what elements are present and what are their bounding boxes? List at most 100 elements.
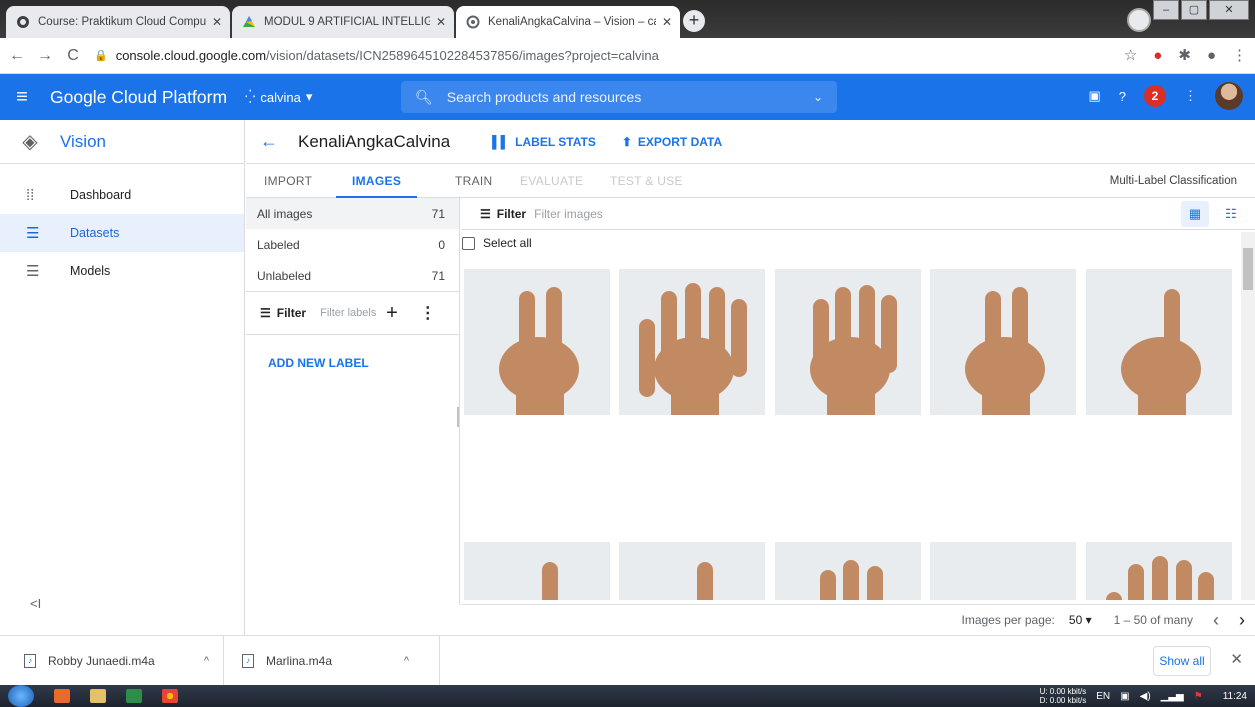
close-icon[interactable]: ✕ <box>1230 650 1243 668</box>
close-icon[interactable]: ✕ <box>212 15 222 29</box>
avatar[interactable] <box>1215 82 1243 110</box>
image-thumbnail[interactable] <box>619 269 765 415</box>
start-menu-icon[interactable] <box>8 685 34 707</box>
grid-view-icon[interactable]: ▦ <box>1181 201 1209 227</box>
collapse-sidebar-button[interactable]: <I <box>30 596 41 611</box>
forward-icon[interactable]: → <box>34 47 56 65</box>
image-thumbnail[interactable] <box>930 542 1076 600</box>
browser-tab-vision[interactable]: KenaliAngkaCalvina – Vision – ca ✕ <box>456 6 680 38</box>
image-thumbnail[interactable] <box>1086 269 1232 415</box>
window-close-icon[interactable]: ✕ <box>1209 0 1249 20</box>
url-field[interactable]: 🔒 console.cloud.google.com/vision/datase… <box>94 48 659 63</box>
audio-file-icon: ♪ <box>242 653 254 668</box>
reload-icon[interactable]: C <box>62 47 84 65</box>
image-thumbnail[interactable] <box>775 269 921 415</box>
image-thumbnail[interactable] <box>775 542 921 600</box>
wrist <box>1138 379 1186 415</box>
dashboard-icon: ⁞⁞ <box>26 186 35 204</box>
url-host: console.cloud.google.com <box>115 48 267 63</box>
filter-icon: ☰ <box>260 306 271 320</box>
close-icon[interactable]: ✕ <box>662 15 672 29</box>
help-icon[interactable]: ? <box>1119 89 1126 104</box>
export-data-button[interactable]: ⬆ EXPORT DATA <box>622 135 722 149</box>
browser-menu-icon[interactable]: ⋮ <box>1232 46 1247 64</box>
hamburger-menu-icon[interactable]: ≡ <box>0 86 44 109</box>
image-thumbnail[interactable] <box>1086 542 1232 600</box>
gcp-icon <box>466 15 480 29</box>
image-filter-input[interactable]: Filter images <box>534 207 603 221</box>
label-filter-button[interactable]: ☰ Filter <box>260 306 306 320</box>
panel-resize-handle[interactable] <box>457 407 459 427</box>
sidebar-item-models[interactable]: ☰ Models <box>0 252 244 290</box>
download-item[interactable]: ♪ Robby Junaedi.m4a ^ <box>0 635 224 686</box>
clock: 11:24 <box>1222 690 1247 702</box>
more-vert-icon[interactable]: ⋮ <box>420 303 436 323</box>
browser-tab-course[interactable]: Course: Praktikum Cloud Compu ✕ <box>6 6 230 38</box>
list-view-icon[interactable]: ☷ <box>1217 201 1245 227</box>
hand-photo <box>464 269 610 415</box>
back-icon[interactable]: ← <box>6 47 28 65</box>
language-indicator[interactable]: EN <box>1096 691 1110 702</box>
browser-tab-modul[interactable]: MODUL 9 ARTIFICIAL INTELLIGEI ✕ <box>232 6 454 38</box>
tab-images[interactable]: IMAGES <box>336 164 418 198</box>
hand-photo <box>464 542 610 600</box>
back-arrow-icon[interactable]: ← <box>260 131 278 152</box>
tab-train[interactable]: TRAIN <box>455 164 493 198</box>
select-all-checkbox[interactable]: Select all <box>462 236 532 250</box>
minimize-icon[interactable]: – <box>1153 0 1179 20</box>
volume-icon[interactable]: ◀) <box>1140 691 1151 702</box>
label-filter-input[interactable]: Filter labels <box>320 307 380 319</box>
prev-page-icon[interactable]: ‹ <box>1213 610 1219 631</box>
row-count: 71 <box>431 268 445 283</box>
image-thumbnail[interactable] <box>930 269 1076 415</box>
new-tab-button[interactable]: + <box>683 10 705 32</box>
filter-label: Filter <box>496 206 527 221</box>
maximize-icon[interactable]: ▢ <box>1181 0 1207 20</box>
signal-icon[interactable]: ▁▃▅ <box>1161 691 1184 702</box>
profile-icon[interactable] <box>1127 8 1151 32</box>
chrome-icon[interactable] <box>162 689 178 703</box>
extension-icon[interactable]: ● <box>1153 47 1162 64</box>
next-page-icon[interactable]: › <box>1239 610 1245 631</box>
media-player-icon[interactable] <box>54 689 70 703</box>
sidebar-item-datasets[interactable]: ☰ Datasets <box>0 214 244 252</box>
image-thumbnail[interactable] <box>464 542 610 600</box>
extensions-puzzle-icon[interactable]: ✱ <box>1178 46 1191 64</box>
chevron-down-icon[interactable]: ⌄ <box>813 90 823 104</box>
profile-avatar-icon[interactable]: ● <box>1207 47 1216 64</box>
filter-unlabeled[interactable]: Unlabeled 71 <box>246 260 459 291</box>
dataset-name: KenaliAngkaCalvina <box>298 131 451 151</box>
downloads-bar: ♪ Robby Junaedi.m4a ^ ♪ Marlina.m4a ^ Sh… <box>0 635 1255 686</box>
project-selector[interactable]: ⁛ calvina ▾ <box>245 89 312 105</box>
close-icon[interactable]: ✕ <box>436 15 446 29</box>
spreadsheet-icon[interactable] <box>126 689 142 703</box>
chevron-up-icon[interactable]: ^ <box>404 655 409 667</box>
file-explorer-icon[interactable] <box>90 689 106 703</box>
label-stats-button[interactable]: ▌▌ LABEL STATS <box>492 135 596 149</box>
search-bar[interactable]: 🔍︎ Search products and resources ⌄ <box>401 81 837 113</box>
image-thumbnail[interactable] <box>619 542 765 600</box>
images-per-page-select[interactable]: 50 ▾ <box>1069 613 1092 627</box>
add-label-icon[interactable]: + <box>386 302 398 325</box>
bookmark-star-icon[interactable]: ☆ <box>1124 46 1137 64</box>
gcp-title[interactable]: Google Cloud Platform <box>50 87 227 108</box>
chevron-up-icon[interactable]: ^ <box>204 655 209 667</box>
tab-import[interactable]: IMPORT <box>264 164 312 198</box>
action-center-flag-icon[interactable]: ⚑ <box>1194 691 1203 702</box>
filter-all-images[interactable]: All images 71 <box>246 198 459 229</box>
bar-chart-icon: ▌▌ <box>492 134 510 149</box>
hand-photo <box>775 542 921 600</box>
more-vert-icon[interactable]: ⋮ <box>1184 88 1197 104</box>
image-filter-button[interactable]: ☰ Filter <box>480 207 526 221</box>
filter-labeled[interactable]: Labeled 0 <box>246 229 459 260</box>
cloud-shell-icon[interactable]: ▣ <box>1088 88 1100 104</box>
notification-badge[interactable]: 2 <box>1144 85 1166 107</box>
add-new-label-button[interactable]: ADD NEW LABEL <box>268 356 459 370</box>
tray-app-icon[interactable]: ▣ <box>1120 691 1129 702</box>
finger <box>1128 564 1144 600</box>
download-item[interactable]: ♪ Marlina.m4a ^ <box>224 635 440 686</box>
image-thumbnail[interactable] <box>464 269 610 415</box>
sidebar-item-dashboard[interactable]: ⁞⁞ Dashboard <box>0 176 244 214</box>
show-all-downloads-button[interactable]: Show all <box>1153 646 1211 676</box>
scrollbar-thumb[interactable] <box>1243 248 1253 290</box>
